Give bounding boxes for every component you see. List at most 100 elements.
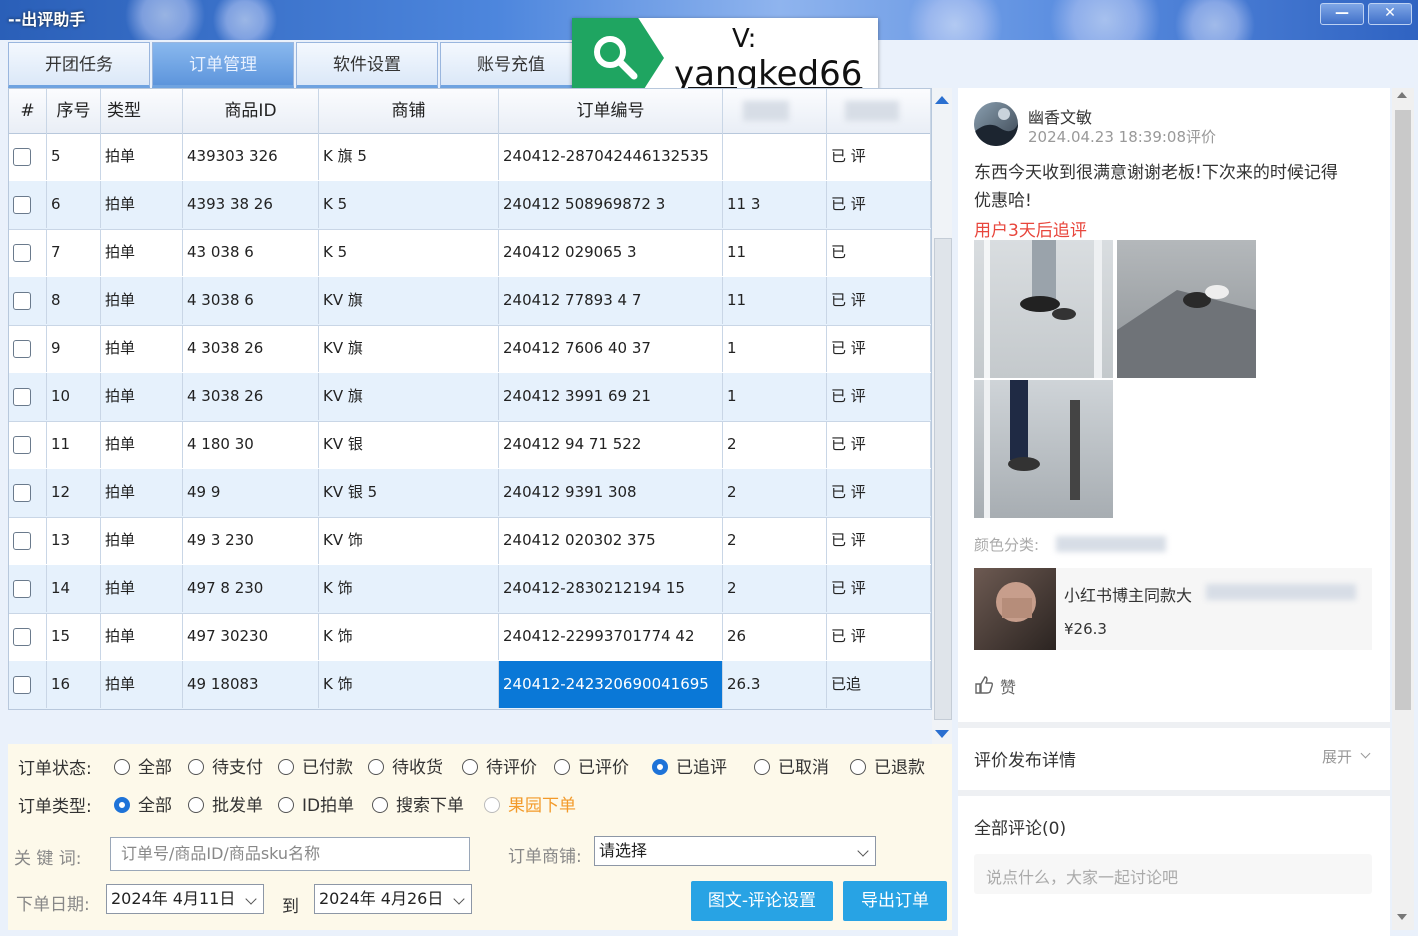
date-from-picker[interactable]: 2024年 4月11日 <box>106 884 264 914</box>
row-checkbox[interactable] <box>13 532 31 550</box>
row-checkbox[interactable] <box>13 436 31 454</box>
cell-order-no: 240412 3991 69 21 <box>499 373 723 420</box>
minimize-button[interactable]: — <box>1320 3 1364 25</box>
cell-seq: 11 <box>47 421 101 468</box>
type-radio[interactable]: 果园下单 <box>484 794 576 818</box>
col-header-type[interactable]: 类型 <box>101 89 183 133</box>
col-header-seq[interactable]: 序号 <box>47 89 101 133</box>
table-row[interactable]: 10 拍单 4 3038 26 KV 旗 240412 3991 69 21 1 已 评 <box>9 373 931 422</box>
table-row[interactable]: 9 拍单 4 3038 26 KV 旗 240412 7606 40 37 1 已 评 <box>9 325 931 374</box>
tab-group-task[interactable]: 开团任务 <box>8 42 150 88</box>
cell-product-id: 4393 38 26 <box>183 181 319 228</box>
review-photo-3[interactable] <box>974 380 1113 518</box>
radio-circle-icon <box>652 759 668 775</box>
row-checkbox[interactable] <box>13 340 31 358</box>
shop-select[interactable]: 请选择 <box>594 836 876 866</box>
table-header: # 序号 类型 商品ID 商铺 订单编号 <box>9 89 931 134</box>
keyword-input[interactable]: 订单号/商品ID/商品sku名称 <box>110 837 470 871</box>
radio-circle-icon <box>278 759 294 775</box>
review-settings-button[interactable]: 图文-评论设置 <box>691 881 833 921</box>
status-radio[interactable]: 待支付 <box>188 756 263 780</box>
type-radio-label: ID拍单 <box>302 796 355 816</box>
type-radio[interactable]: 批发单 <box>188 794 263 818</box>
type-radio-label: 果园下单 <box>508 796 576 816</box>
row-checkbox[interactable] <box>13 628 31 646</box>
product-card[interactable]: 小红书博主同款大 ¥26.3 <box>974 568 1372 650</box>
scroll-down-icon[interactable] <box>1397 914 1407 920</box>
review-scroll-thumb[interactable] <box>1395 110 1411 710</box>
type-radio[interactable]: ID拍单 <box>278 794 354 818</box>
col-header-shop[interactable]: 商铺 <box>319 89 499 133</box>
table-row[interactable]: 13 拍单 49 3 230 KV 饰 240412 020302 375 2 已 评 <box>9 517 931 566</box>
cell-select <box>9 133 47 180</box>
cell-status: 已 评 <box>827 469 931 516</box>
export-orders-button[interactable]: 导出订单 <box>843 881 947 921</box>
cell-order-no: 240412 508969872 3 <box>499 181 723 228</box>
status-radio[interactable]: 已追评 <box>652 756 727 780</box>
radio-circle-icon <box>372 797 388 813</box>
cell-seq: 16 <box>47 661 101 708</box>
review-photo-2[interactable] <box>1117 240 1256 378</box>
row-checkbox[interactable] <box>13 388 31 406</box>
row-checkbox[interactable] <box>13 292 31 310</box>
cell-type: 拍单 <box>101 565 183 612</box>
color-category-value <box>1056 536 1166 552</box>
comment-input[interactable]: 说点什么，大家一起讨论吧 <box>974 854 1372 894</box>
tab-account-recharge[interactable]: 账号充值 <box>440 42 582 88</box>
status-radio[interactable]: 待评价 <box>462 756 537 780</box>
table-row[interactable]: 5 拍单 439303 326 K 旗 5 240412-287042446132535… <box>9 133 931 182</box>
col-header-product-id[interactable]: 商品ID <box>183 89 319 133</box>
date-to-picker[interactable]: 2024年 4月26日 <box>314 884 472 914</box>
table-row[interactable]: 12 拍单 49 9 KV 银 5 240412 9391 308 2 已 评 <box>9 469 931 518</box>
radio-circle-icon <box>754 759 770 775</box>
type-radio[interactable]: 搜索下单 <box>372 794 464 818</box>
table-row[interactable]: 7 拍单 43 038 6K 5 240412 029065 3 11 已 <box>9 229 931 278</box>
chevron-down-icon <box>857 845 869 857</box>
publish-detail-section[interactable]: 评价发布详情 展开 <box>958 722 1390 788</box>
scroll-up-icon[interactable] <box>1397 92 1407 98</box>
cell-shop: K 饰 <box>319 661 499 708</box>
row-checkbox[interactable] <box>13 196 31 214</box>
cell-product-id: 4 180 30 <box>183 421 319 468</box>
col-header-status[interactable] <box>827 89 931 133</box>
scroll-thumb[interactable] <box>934 238 952 720</box>
review-scrollbar[interactable] <box>1392 88 1414 930</box>
tab-software-settings[interactable]: 软件设置 <box>296 42 438 88</box>
cell-order-no: 240412 9391 308 <box>499 469 723 516</box>
table-row[interactable]: 15 拍单 497 30230 K 饰 240412-22993701774 42 26 已… <box>9 613 931 662</box>
status-radio[interactable]: 待收货 <box>368 756 443 780</box>
table-scrollbar[interactable] <box>932 88 952 744</box>
scroll-up-icon[interactable] <box>935 96 949 104</box>
row-checkbox[interactable] <box>13 148 31 166</box>
tab-order-management[interactable]: 订单管理 <box>152 42 294 88</box>
col-header-order-no[interactable]: 订单编号 <box>499 89 723 133</box>
status-radio[interactable]: 已取消 <box>754 756 829 780</box>
like-button[interactable]: 赞 <box>974 674 1034 697</box>
watermark-label: V: <box>732 24 757 54</box>
table-row[interactable]: 16 拍单 49 18083 K 饰 240412-242320690041695 26.… <box>9 661 931 709</box>
row-checkbox[interactable] <box>13 580 31 598</box>
col-header-select[interactable]: # <box>9 89 47 133</box>
status-radio-label: 已追评 <box>676 758 727 778</box>
cell-seq: 15 <box>47 613 101 660</box>
expand-toggle[interactable]: 展开 <box>1322 746 1352 767</box>
table-row[interactable]: 11 拍单 4 180 30 KV 银 240412 94 71 522 2 已 评 <box>9 421 931 470</box>
status-radio[interactable]: 全部 <box>114 756 172 780</box>
cell-select <box>9 421 47 468</box>
type-radio[interactable]: 全部 <box>114 794 172 818</box>
row-checkbox[interactable] <box>13 676 31 694</box>
status-radio[interactable]: 已退款 <box>850 756 925 780</box>
review-photo-1[interactable] <box>974 240 1113 378</box>
status-radio[interactable]: 已付款 <box>278 756 353 780</box>
table-row[interactable]: 8 拍单 4 3038 6 KV 旗 240412 77893 4 7 11 已 评 <box>9 277 931 326</box>
row-checkbox[interactable] <box>13 244 31 262</box>
row-checkbox[interactable] <box>13 484 31 502</box>
close-button[interactable]: ✕ <box>1368 3 1412 25</box>
cell-order-no: 240412 77893 4 7 <box>499 277 723 324</box>
col-header-amount[interactable] <box>723 89 827 133</box>
table-row[interactable]: 6 拍单 4393 38 26 K 5 240412 508969872 3 11 3已 … <box>9 181 931 230</box>
color-category-label: 颜色分类: <box>974 536 1040 554</box>
status-radio[interactable]: 已评价 <box>554 756 629 780</box>
scroll-down-icon[interactable] <box>935 730 949 738</box>
table-row[interactable]: 14 拍单 497 8 230 K 饰 240412-2830212194 15 2 已 评 <box>9 565 931 614</box>
